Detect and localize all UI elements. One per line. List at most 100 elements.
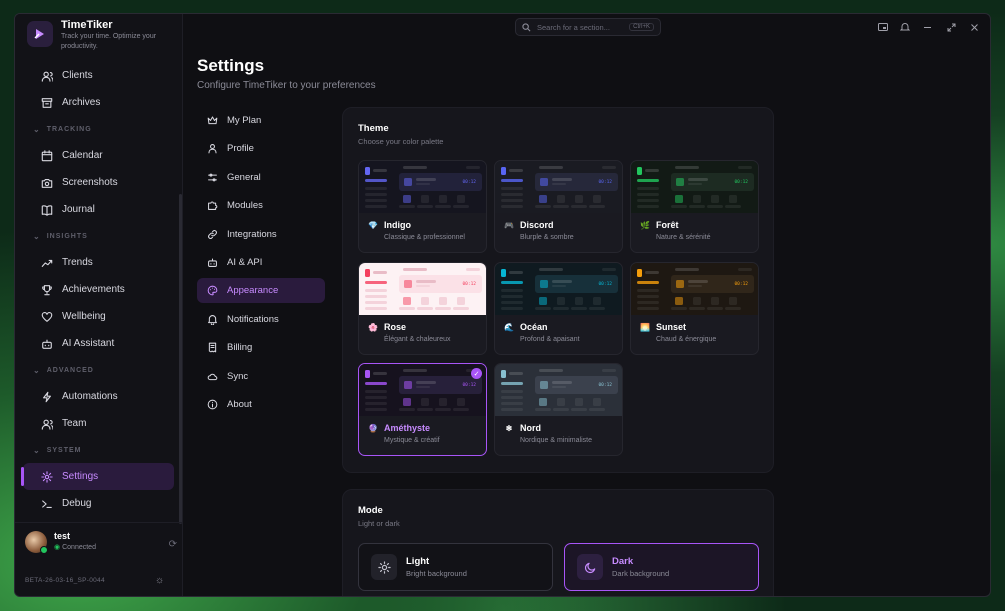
camera-icon bbox=[41, 178, 53, 188]
users-icon bbox=[41, 419, 53, 430]
close-icon[interactable] bbox=[967, 20, 981, 34]
app-logo-icon bbox=[27, 21, 53, 47]
sidebar-item-ai-assistant[interactable]: AI Assistant bbox=[23, 330, 174, 357]
chevron-down-icon: ⌄ bbox=[33, 231, 41, 241]
bot-icon bbox=[42, 339, 52, 349]
sidebar-item-debug[interactable]: Debug bbox=[23, 490, 174, 517]
theme-option-rose[interactable]: 00:12 🌸 Rose Élégant & chaleureux bbox=[358, 262, 487, 355]
theme-name: Rose bbox=[384, 322, 407, 332]
settings-tab-sync[interactable]: Sync bbox=[197, 364, 325, 389]
sidebar-item-journal[interactable]: Journal bbox=[23, 196, 174, 223]
settings-tab-modules[interactable]: Modules bbox=[197, 193, 325, 218]
sidebar-item-label: Debug bbox=[62, 498, 92, 509]
theme-name: Forêt bbox=[656, 220, 679, 230]
sidebar-item-automations[interactable]: Automations bbox=[23, 383, 174, 410]
section-advanced[interactable]: ⌄ ADVANCED bbox=[15, 357, 182, 383]
theme-option-sunset[interactable]: 00:12 🌅 Sunset Chaud & énergique bbox=[630, 262, 759, 355]
sidebar-item-calendar[interactable]: Calendar bbox=[23, 142, 174, 169]
sidebar-item-label: Wellbeing bbox=[62, 311, 106, 322]
info-icon bbox=[207, 399, 218, 410]
theme-description: Profond & apaisant bbox=[520, 336, 580, 343]
sidebar-item-achievements[interactable]: Achievements bbox=[23, 276, 174, 303]
minimize-icon[interactable] bbox=[920, 20, 934, 34]
sidebar-item-archives[interactable]: Archives bbox=[23, 89, 174, 116]
page-title: Settings bbox=[197, 56, 265, 75]
link-icon bbox=[208, 229, 217, 239]
sidebar-item-clients[interactable]: Clients bbox=[23, 62, 174, 89]
sidebar-item-label: Journal bbox=[62, 204, 95, 215]
theme-description: Nature & sérénité bbox=[656, 234, 711, 241]
settings-tab-general[interactable]: General bbox=[197, 165, 325, 190]
main-content: Settings Configure TimeTiker to your pre… bbox=[183, 40, 990, 596]
theme-description: Chaud & énergique bbox=[656, 336, 717, 343]
moon-icon bbox=[584, 562, 595, 573]
theme-option-foret[interactable]: 00:12 🌿 Forêt Nature & sérénité bbox=[630, 160, 759, 253]
bell-icon[interactable] bbox=[898, 20, 912, 34]
settings-tab-label: Modules bbox=[227, 200, 263, 212]
settings-tab-my-plan[interactable]: My Plan bbox=[197, 108, 325, 133]
user-panel[interactable]: test ◉ Connected ⟳ bbox=[15, 522, 183, 562]
archive-icon bbox=[41, 97, 53, 108]
mode-description: Bright background bbox=[406, 569, 467, 578]
screen-icon[interactable] bbox=[876, 20, 890, 34]
sidebar-item-trends[interactable]: Trends bbox=[23, 249, 174, 276]
theme-option-ocean[interactable]: 00:12 🌊 Océan Profond & apaisant bbox=[494, 262, 623, 355]
search-input[interactable]: Search for a section... Ctrl+K bbox=[515, 18, 661, 36]
section-tracking[interactable]: ⌄ TRACKING bbox=[15, 116, 182, 142]
theme-description: Classique & professionnel bbox=[384, 234, 465, 241]
theme-preview: 00:12 bbox=[631, 161, 758, 213]
theme-option-indigo[interactable]: 00:12 💎 Indigo Classique & professionnel bbox=[358, 160, 487, 253]
sync-icon[interactable]: ⟳ bbox=[169, 539, 177, 550]
sun-toggle-icon[interactable]: ☼ bbox=[155, 575, 164, 586]
settings-tab-label: Notifications bbox=[227, 313, 279, 325]
settings-tab-notifications[interactable]: Notifications bbox=[197, 307, 325, 332]
mode-option-light[interactable]: Light Bright background bbox=[358, 543, 553, 591]
theme-option-nord[interactable]: 00:12 ❄ Nord Nordique & minimaliste bbox=[494, 363, 623, 456]
theme-card: Theme Choose your color palette 00:12 💎 I… bbox=[342, 107, 774, 473]
settings-tab-appearance[interactable]: Appearance bbox=[197, 278, 325, 304]
section-system[interactable]: ⌄ SYSTEM bbox=[15, 437, 182, 463]
theme-description: Blurple & sombre bbox=[520, 234, 574, 241]
settings-tab-about[interactable]: About bbox=[197, 392, 325, 417]
sidebar-item-label: Calendar bbox=[62, 150, 103, 161]
settings-tab-billing[interactable]: Billing bbox=[197, 335, 325, 360]
sidebar-item-settings[interactable]: Settings bbox=[21, 463, 174, 490]
theme-description: Nordique & minimaliste bbox=[520, 437, 592, 444]
sidebar-item-screenshots[interactable]: Screenshots bbox=[23, 169, 174, 196]
sidebar-scrollbar[interactable] bbox=[179, 194, 182, 524]
chevron-down-icon: ⌄ bbox=[33, 124, 41, 134]
theme-name: Indigo bbox=[384, 220, 411, 230]
receipt-icon bbox=[208, 342, 217, 353]
settings-tab-integrations[interactable]: Integrations bbox=[197, 222, 325, 247]
section-insights[interactable]: ⌄ INSIGHTS bbox=[15, 223, 182, 249]
settings-tab-label: My Plan bbox=[227, 115, 262, 126]
theme-option-discord[interactable]: 00:12 🎮 Discord Blurple & sombre bbox=[494, 160, 623, 253]
page-subtitle: Configure TimeTiker to your preferences bbox=[197, 80, 376, 91]
settings-tab-profile[interactable]: Profile bbox=[197, 136, 325, 161]
chevron-down-icon: ⌄ bbox=[33, 445, 41, 455]
chevron-down-icon: ⌄ bbox=[33, 365, 41, 375]
app-window: TimeTiker Track your time. Optimize your… bbox=[14, 13, 991, 597]
avatar[interactable] bbox=[25, 531, 48, 554]
theme-option-amethyste[interactable]: 00:12 ✓ 🔮 Améthyste Mystique & créatif bbox=[358, 363, 487, 456]
bot-icon bbox=[208, 258, 217, 267]
maximize-icon[interactable] bbox=[944, 20, 958, 34]
mode-option-dark[interactable]: Dark Dark background bbox=[564, 543, 759, 591]
sidebar-item-label: Automations bbox=[62, 391, 118, 402]
search-shortcut: Ctrl+K bbox=[629, 23, 654, 31]
sidebar-item-wellbeing[interactable]: Wellbeing bbox=[23, 303, 174, 330]
app-tagline: Track your time. Optimize your productiv… bbox=[61, 33, 157, 50]
sidebar-item-label: Archives bbox=[62, 97, 101, 108]
mode-title: Mode bbox=[358, 505, 383, 516]
zap-icon bbox=[43, 391, 51, 402]
theme-amethyste-icon: 🔮 bbox=[368, 423, 378, 433]
brand: TimeTiker Track your time. Optimize your… bbox=[15, 14, 182, 62]
theme-name: Discord bbox=[520, 220, 554, 230]
sidebar-item-team[interactable]: Team bbox=[23, 410, 174, 437]
wifi-icon: ◉ bbox=[54, 544, 61, 551]
settings-tab-ai-api[interactable]: AI & API bbox=[197, 250, 325, 275]
settings-tab-label: Profile bbox=[227, 143, 254, 155]
user-status: ◉ Connected bbox=[54, 544, 96, 551]
mode-subtitle: Light or dark bbox=[358, 519, 400, 528]
puzzle-icon bbox=[208, 201, 218, 211]
